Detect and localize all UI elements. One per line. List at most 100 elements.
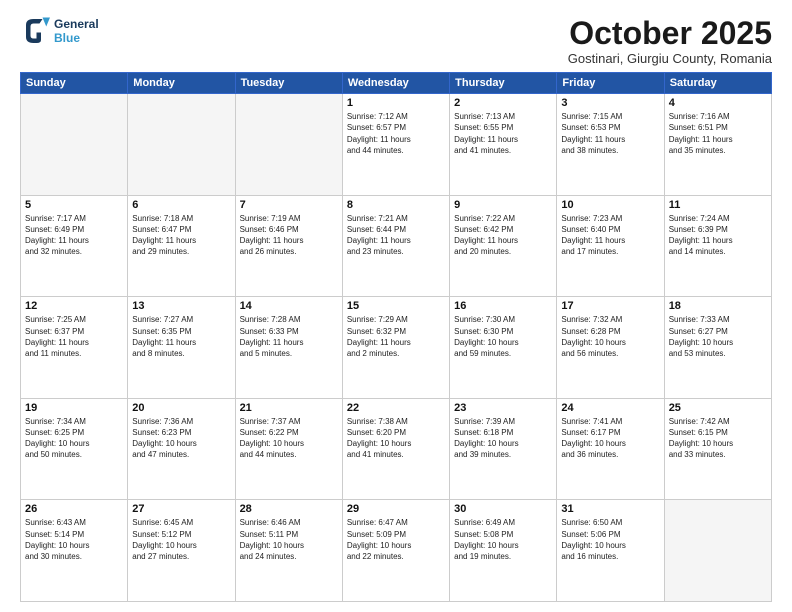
week-row-2: 12Sunrise: 7:25 AMSunset: 6:37 PMDayligh… bbox=[21, 297, 772, 399]
cell-content: Sunset: 6:18 PM bbox=[454, 427, 552, 438]
col-sunday: Sunday bbox=[21, 73, 128, 94]
day-number: 28 bbox=[240, 503, 338, 515]
cell-content: Sunset: 6:32 PM bbox=[347, 326, 445, 337]
col-saturday: Saturday bbox=[664, 73, 771, 94]
cell-content: Sunset: 6:27 PM bbox=[669, 326, 767, 337]
day-cell: 30Sunrise: 6:49 AMSunset: 5:08 PMDayligh… bbox=[450, 500, 557, 602]
day-number: 20 bbox=[132, 402, 230, 414]
header-row: Sunday Monday Tuesday Wednesday Thursday… bbox=[21, 73, 772, 94]
cell-content: Sunset: 6:40 PM bbox=[561, 224, 659, 235]
day-cell: 28Sunrise: 6:46 AMSunset: 5:11 PMDayligh… bbox=[235, 500, 342, 602]
day-cell: 23Sunrise: 7:39 AMSunset: 6:18 PMDayligh… bbox=[450, 398, 557, 500]
cell-content: Sunset: 6:47 PM bbox=[132, 224, 230, 235]
day-cell: 14Sunrise: 7:28 AMSunset: 6:33 PMDayligh… bbox=[235, 297, 342, 399]
cell-content: Daylight: 11 hours bbox=[25, 235, 123, 246]
cell-content: Sunset: 6:37 PM bbox=[25, 326, 123, 337]
day-cell: 19Sunrise: 7:34 AMSunset: 6:25 PMDayligh… bbox=[21, 398, 128, 500]
cell-content: Sunset: 5:12 PM bbox=[132, 529, 230, 540]
cell-content: Daylight: 11 hours bbox=[240, 235, 338, 246]
day-cell: 10Sunrise: 7:23 AMSunset: 6:40 PMDayligh… bbox=[557, 195, 664, 297]
subtitle: Gostinari, Giurgiu County, Romania bbox=[568, 51, 772, 66]
cell-content: Sunset: 6:39 PM bbox=[669, 224, 767, 235]
day-cell: 15Sunrise: 7:29 AMSunset: 6:32 PMDayligh… bbox=[342, 297, 449, 399]
logo-general: General bbox=[54, 17, 99, 31]
cell-content: Daylight: 10 hours bbox=[347, 438, 445, 449]
day-number: 24 bbox=[561, 402, 659, 414]
cell-content: Daylight: 11 hours bbox=[454, 134, 552, 145]
cell-content: and 30 minutes. bbox=[25, 551, 123, 562]
cell-content: Daylight: 10 hours bbox=[669, 438, 767, 449]
day-cell: 4Sunrise: 7:16 AMSunset: 6:51 PMDaylight… bbox=[664, 94, 771, 196]
cell-content: Sunrise: 7:29 AM bbox=[347, 314, 445, 325]
cell-content: Daylight: 10 hours bbox=[669, 337, 767, 348]
cell-content: Sunrise: 6:46 AM bbox=[240, 517, 338, 528]
cell-content: and 16 minutes. bbox=[561, 551, 659, 562]
day-number: 10 bbox=[561, 199, 659, 211]
cell-content: Sunset: 5:11 PM bbox=[240, 529, 338, 540]
cell-content: and 59 minutes. bbox=[454, 348, 552, 359]
cell-content: and 27 minutes. bbox=[132, 551, 230, 562]
day-cell: 17Sunrise: 7:32 AMSunset: 6:28 PMDayligh… bbox=[557, 297, 664, 399]
cell-content: Sunset: 6:44 PM bbox=[347, 224, 445, 235]
cell-content: Daylight: 10 hours bbox=[561, 337, 659, 348]
cell-content: Sunrise: 7:39 AM bbox=[454, 416, 552, 427]
week-row-3: 19Sunrise: 7:34 AMSunset: 6:25 PMDayligh… bbox=[21, 398, 772, 500]
cell-content: and 53 minutes. bbox=[669, 348, 767, 359]
cell-content: Sunrise: 6:45 AM bbox=[132, 517, 230, 528]
cell-content: Sunset: 6:35 PM bbox=[132, 326, 230, 337]
day-number: 17 bbox=[561, 300, 659, 312]
cell-content: Sunset: 6:46 PM bbox=[240, 224, 338, 235]
cell-content: Sunset: 6:57 PM bbox=[347, 122, 445, 133]
day-cell: 8Sunrise: 7:21 AMSunset: 6:44 PMDaylight… bbox=[342, 195, 449, 297]
day-cell bbox=[128, 94, 235, 196]
week-row-1: 5Sunrise: 7:17 AMSunset: 6:49 PMDaylight… bbox=[21, 195, 772, 297]
cell-content: Daylight: 10 hours bbox=[454, 540, 552, 551]
cell-content: Sunset: 6:51 PM bbox=[669, 122, 767, 133]
cell-content: Sunrise: 7:15 AM bbox=[561, 111, 659, 122]
cell-content: Sunset: 6:28 PM bbox=[561, 326, 659, 337]
day-number: 4 bbox=[669, 97, 767, 109]
cell-content: Sunset: 6:42 PM bbox=[454, 224, 552, 235]
day-cell bbox=[21, 94, 128, 196]
cell-content: and 44 minutes. bbox=[240, 449, 338, 460]
day-cell: 18Sunrise: 7:33 AMSunset: 6:27 PMDayligh… bbox=[664, 297, 771, 399]
day-cell: 7Sunrise: 7:19 AMSunset: 6:46 PMDaylight… bbox=[235, 195, 342, 297]
cell-content: Sunset: 5:08 PM bbox=[454, 529, 552, 540]
day-cell: 6Sunrise: 7:18 AMSunset: 6:47 PMDaylight… bbox=[128, 195, 235, 297]
day-cell: 9Sunrise: 7:22 AMSunset: 6:42 PMDaylight… bbox=[450, 195, 557, 297]
cell-content: Sunset: 5:09 PM bbox=[347, 529, 445, 540]
day-cell: 16Sunrise: 7:30 AMSunset: 6:30 PMDayligh… bbox=[450, 297, 557, 399]
day-number: 29 bbox=[347, 503, 445, 515]
day-cell: 31Sunrise: 6:50 AMSunset: 5:06 PMDayligh… bbox=[557, 500, 664, 602]
cell-content: Daylight: 11 hours bbox=[669, 134, 767, 145]
cell-content: Daylight: 10 hours bbox=[561, 438, 659, 449]
cell-content: Daylight: 10 hours bbox=[132, 438, 230, 449]
cell-content: Sunset: 6:30 PM bbox=[454, 326, 552, 337]
cell-content: Daylight: 10 hours bbox=[561, 540, 659, 551]
cell-content: and 35 minutes. bbox=[669, 145, 767, 156]
day-cell: 29Sunrise: 6:47 AMSunset: 5:09 PMDayligh… bbox=[342, 500, 449, 602]
day-number: 27 bbox=[132, 503, 230, 515]
cell-content: and 33 minutes. bbox=[669, 449, 767, 460]
day-number: 2 bbox=[454, 97, 552, 109]
cell-content: Daylight: 11 hours bbox=[240, 337, 338, 348]
cell-content: Sunrise: 7:22 AM bbox=[454, 213, 552, 224]
cell-content: Daylight: 10 hours bbox=[25, 438, 123, 449]
day-cell: 1Sunrise: 7:12 AMSunset: 6:57 PMDaylight… bbox=[342, 94, 449, 196]
cell-content: Sunrise: 7:18 AM bbox=[132, 213, 230, 224]
cell-content: Daylight: 10 hours bbox=[132, 540, 230, 551]
day-cell: 5Sunrise: 7:17 AMSunset: 6:49 PMDaylight… bbox=[21, 195, 128, 297]
cell-content: Sunset: 5:14 PM bbox=[25, 529, 123, 540]
cell-content: Sunset: 6:17 PM bbox=[561, 427, 659, 438]
cell-content: Sunrise: 7:28 AM bbox=[240, 314, 338, 325]
month-title: October 2025 bbox=[568, 16, 772, 51]
cell-content: Sunrise: 6:49 AM bbox=[454, 517, 552, 528]
title-block: October 2025 Gostinari, Giurgiu County, … bbox=[568, 16, 772, 66]
cell-content: and 56 minutes. bbox=[561, 348, 659, 359]
cell-content: and 41 minutes. bbox=[454, 145, 552, 156]
cell-content: Sunset: 6:49 PM bbox=[25, 224, 123, 235]
calendar-table: Sunday Monday Tuesday Wednesday Thursday… bbox=[20, 72, 772, 602]
cell-content: Daylight: 11 hours bbox=[347, 235, 445, 246]
cell-content: Sunrise: 6:43 AM bbox=[25, 517, 123, 528]
cell-content: Sunrise: 7:33 AM bbox=[669, 314, 767, 325]
